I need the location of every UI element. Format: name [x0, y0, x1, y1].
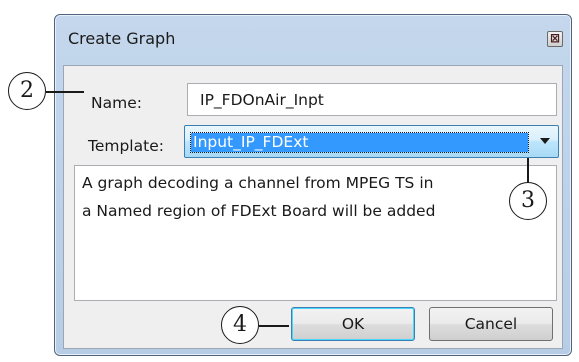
- template-label: Template:: [88, 137, 164, 155]
- description-line: A graph decoding a channel from MPEG TS …: [82, 174, 434, 192]
- callout-ok: 4: [221, 306, 259, 344]
- callout-name: 2: [8, 72, 46, 110]
- description-line: a Named region of FDExt Board will be ad…: [82, 202, 436, 220]
- ok-button[interactable]: OK: [291, 307, 415, 341]
- dialog-title: Create Graph: [68, 29, 176, 48]
- chevron-down-icon[interactable]: [540, 138, 550, 144]
- template-selected-value: Input_IP_FDExt: [190, 132, 529, 153]
- description-box: A graph decoding a channel from MPEG TS …: [74, 165, 557, 301]
- callout-leader: [46, 91, 84, 93]
- callout-leader: [259, 325, 289, 327]
- callout-template: 3: [509, 182, 547, 220]
- name-field[interactable]: IP_FDOnAir_Inpt: [187, 83, 557, 116]
- name-label: Name:: [91, 94, 142, 112]
- cancel-button[interactable]: Cancel: [429, 307, 553, 341]
- create-graph-dialog: Create Graph ⊠ Name: IP_FDOnAir_Inpt Tem…: [54, 14, 572, 356]
- template-select[interactable]: Input_IP_FDExt: [184, 125, 559, 158]
- dialog-body: Name: IP_FDOnAir_Inpt Template: Input_IP…: [63, 65, 563, 349]
- close-icon[interactable]: ⊠: [547, 31, 563, 47]
- title-bar[interactable]: Create Graph ⊠: [55, 15, 571, 57]
